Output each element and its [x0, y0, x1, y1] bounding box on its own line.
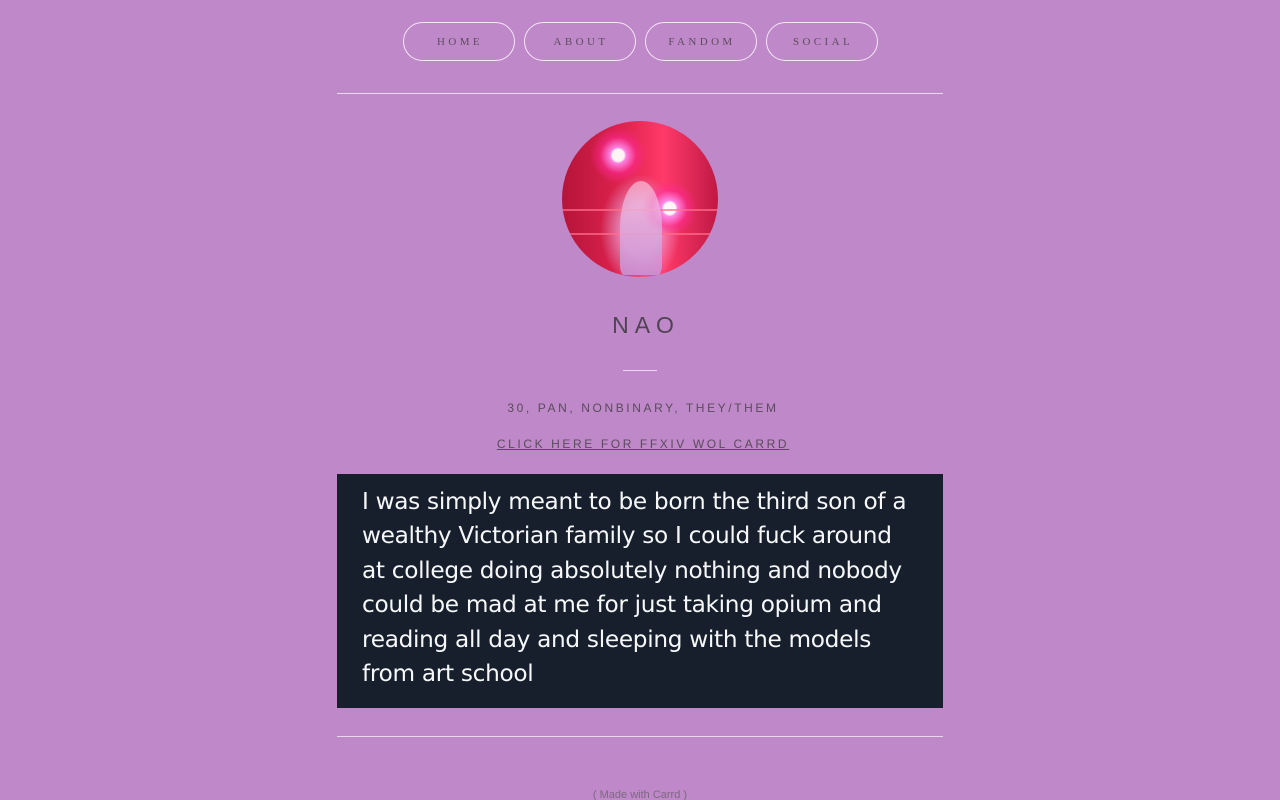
- bottom-divider: [337, 736, 943, 737]
- profile-subtitle: 30, PAN, NONBINARY, THEY/THEM: [507, 401, 779, 415]
- nav-home-button[interactable]: HOME: [402, 22, 515, 61]
- avatar: [562, 121, 718, 277]
- avatar-figure: [620, 181, 662, 275]
- page: HOME ABOUT FANDOM SOCIAL NAO 30, PAN, NO…: [0, 0, 1280, 800]
- nav-fandom-button[interactable]: FANDOM: [644, 22, 757, 61]
- made-with-carrd-link[interactable]: ( Made with Carrd ): [0, 789, 1280, 800]
- nav-social-button[interactable]: SOCIAL: [765, 22, 878, 61]
- ffxiv-carrd-link[interactable]: CLICK HERE FOR FFXIV WOL CARRD: [0, 437, 1280, 451]
- top-nav: HOME ABOUT FANDOM SOCIAL: [0, 22, 1280, 61]
- quote-image: I was simply meant to be born the third …: [337, 474, 943, 708]
- name-divider: [623, 370, 657, 371]
- quote-text: I was simply meant to be born the third …: [362, 488, 907, 688]
- profile-name: NAO: [612, 312, 680, 338]
- nav-about-button[interactable]: ABOUT: [523, 22, 636, 61]
- top-divider: [337, 93, 943, 94]
